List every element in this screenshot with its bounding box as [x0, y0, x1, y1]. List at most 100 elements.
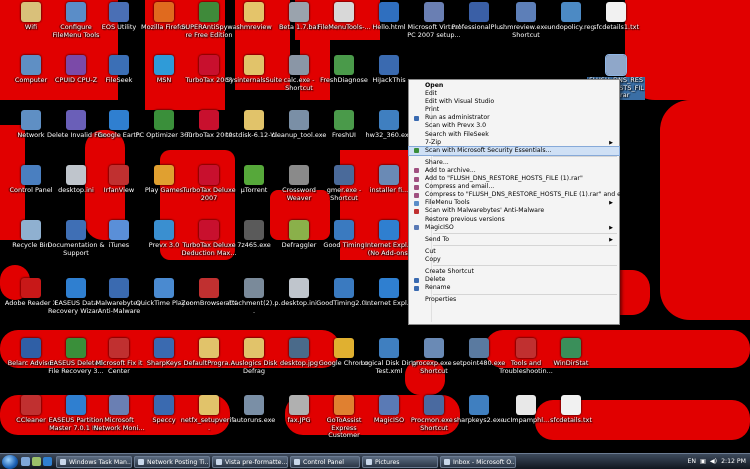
menu-item[interactable]: Share...: [409, 159, 619, 167]
file-icon: [154, 338, 174, 358]
menu-separator: [433, 293, 617, 295]
file-icon: [66, 165, 86, 185]
menu-item[interactable]: 7-Zip ▶: [409, 139, 619, 147]
menu-item[interactable]: Scan with Malwarebytes' Anti-Malware: [409, 207, 619, 215]
file-icon: [244, 338, 264, 358]
menu-item[interactable]: Cut: [409, 248, 619, 256]
menu-item[interactable]: Edit: [409, 90, 619, 98]
volume-icon[interactable]: ◀): [710, 458, 717, 465]
menu-item[interactable]: Scan with Prevx 3.0: [409, 122, 619, 130]
menu-item-label: Compress to "FLUSH_DNS_RESTORE_HOSTS_FIL…: [425, 191, 635, 199]
menu-item[interactable]: Run as administrator: [409, 114, 619, 122]
menu-item-label: Edit: [425, 90, 437, 98]
taskbar-button[interactable]: Inbox - Microsoft O...: [440, 455, 516, 468]
desktop-icon-label: sfcdetails1.txt: [592, 23, 640, 31]
network-icon[interactable]: ▣: [700, 458, 706, 465]
language-indicator[interactable]: EN: [687, 458, 696, 465]
submenu-arrow-icon: ▶: [609, 139, 613, 146]
menu-item[interactable]: Restore previous versions: [409, 216, 619, 224]
file-icon: [334, 110, 354, 130]
switch-windows-icon[interactable]: [32, 457, 41, 466]
file-icon: [109, 165, 129, 185]
file-icon: [379, 338, 399, 358]
menu-separator: [433, 265, 617, 267]
desktop-icon[interactable]: sfcdetails1.txt: [587, 2, 645, 32]
start-button[interactable]: [2, 454, 18, 469]
desktop[interactable]: Wifi Configure FileMenu Tools EOS Utility M…: [0, 0, 750, 453]
menu-item-label: Cut: [425, 247, 436, 255]
taskbar-button[interactable]: Windows Task Man...: [56, 455, 132, 468]
file-icon: [289, 395, 309, 415]
file-icon: [66, 220, 86, 240]
taskbar-button[interactable]: Network Posting Ti...: [134, 455, 210, 468]
file-icon: [516, 338, 536, 358]
taskbar-buttons: Windows Task Man... Network Posting Ti...…: [54, 455, 516, 468]
file-icon: [379, 278, 399, 298]
show-desktop-icon[interactable]: [21, 457, 30, 466]
clock[interactable]: 2:12 PM: [721, 458, 746, 465]
menu-item-label: Run as administrator: [425, 114, 490, 122]
menu-item[interactable]: Send To ▶: [409, 236, 619, 244]
menu-item[interactable]: Rename: [409, 284, 619, 292]
menu-item-label: Properties: [425, 296, 457, 304]
file-icon: [289, 278, 309, 298]
submenu-arrow-icon: ▶: [609, 200, 613, 207]
menu-item-label: MagicISO: [425, 223, 454, 231]
file-icon: [334, 220, 354, 240]
menu-item-icon: [414, 225, 419, 231]
file-icon: [66, 110, 86, 130]
menu-item[interactable]: Add to "FLUSH_DNS_RESTORE_HOSTS_FILE (1)…: [409, 175, 619, 183]
file-icon: [154, 165, 174, 185]
file-icon: [66, 395, 86, 415]
file-icon: [109, 110, 129, 130]
menu-item-label: Create Shortcut: [425, 267, 474, 275]
menu-item[interactable]: Open: [409, 82, 619, 90]
file-icon: [334, 2, 354, 22]
menu-item-icon: [414, 184, 419, 190]
menu-item-label: Edit with Visual Studio: [425, 98, 495, 106]
desktop-icon[interactable]: WinDirStat: [542, 338, 600, 368]
menu-item[interactable]: MagicISO ▶: [409, 224, 619, 232]
menu-item[interactable]: Create Shortcut: [409, 268, 619, 276]
menu-item[interactable]: Print: [409, 106, 619, 114]
file-icon: [244, 395, 264, 415]
file-icon: [21, 220, 41, 240]
menu-item-label: Search with FileSeek: [425, 130, 489, 138]
menu-item[interactable]: Compress and email...: [409, 183, 619, 191]
desktop-icon-grid: Wifi Configure FileMenu Tools EOS Utility M…: [0, 0, 750, 453]
menu-item[interactable]: Delete: [409, 276, 619, 284]
menu-item[interactable]: Compress to "FLUSH_DNS_RESTORE_HOSTS_FIL…: [409, 191, 634, 199]
file-icon: [334, 55, 354, 75]
desktop-icon[interactable]: sfcdetails.txt: [542, 395, 600, 425]
menu-item[interactable]: Copy: [409, 256, 619, 264]
menu-item-icon: [414, 192, 419, 198]
menu-item[interactable]: Scan with Microsoft Security Essentials.…: [408, 145, 620, 156]
file-icon: [66, 338, 86, 358]
menu-item[interactable]: Properties: [409, 296, 619, 304]
file-icon: [334, 165, 354, 185]
file-icon: [109, 220, 129, 240]
menu-item[interactable]: Add to archive...: [409, 167, 619, 175]
menu-item-label: Copy: [425, 255, 441, 263]
taskbar-button[interactable]: Control Panel: [290, 455, 360, 468]
menu-item-label: Compress and email...: [425, 183, 495, 191]
menu-item-icon: [414, 176, 419, 182]
file-icon: [21, 338, 41, 358]
file-icon: [379, 2, 399, 22]
menu-item-label: Scan with Prevx 3.0: [425, 122, 487, 130]
taskbar-button[interactable]: Pictures: [362, 455, 438, 468]
quick-launch: [21, 457, 54, 466]
menu-item[interactable]: Search with FileSeek: [409, 131, 619, 139]
file-icon: [199, 165, 219, 185]
file-icon: [109, 55, 129, 75]
file-icon: [21, 395, 41, 415]
file-icon: [109, 338, 129, 358]
file-icon: [21, 2, 41, 22]
desktop-icon-label: sfcdetails.txt: [550, 416, 592, 424]
taskbar-button[interactable]: Vista pre-formatte...: [212, 455, 288, 468]
menu-item[interactable]: Edit with Visual Studio: [409, 98, 619, 106]
file-icon: [561, 338, 581, 358]
internet-explorer-icon[interactable]: [43, 457, 52, 466]
file-icon: [154, 278, 174, 298]
menu-item[interactable]: FileMenu Tools ▶: [409, 199, 619, 207]
